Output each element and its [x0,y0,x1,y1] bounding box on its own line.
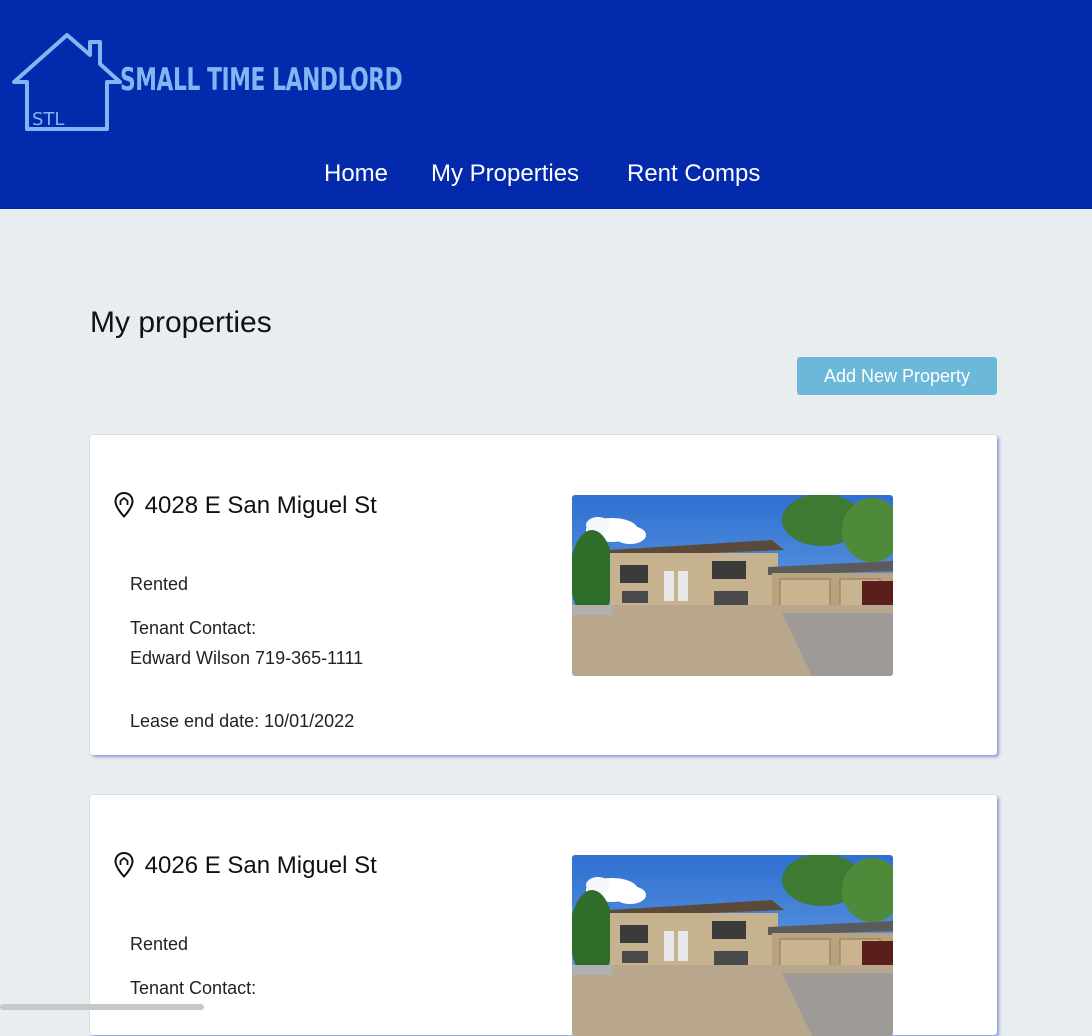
tenant-contact: Edward Wilson 719-365-1111 [130,648,364,668]
site-header: STL SMALL TIME LANDLORD Home My Properti… [0,0,1092,209]
nav-home[interactable]: Home [324,160,388,188]
logo-text: SMALL TIME LANDLORD [120,62,403,98]
property-photo[interactable] [572,495,893,676]
tenant-contact-label: Tenant Contact: [130,978,257,998]
lease-end-date: Lease end date: 10/01/2022 [130,711,355,731]
property-status: Rented [130,934,189,954]
property-card[interactable]: 4026 E San Miguel St Rented Tenant Conta… [90,795,997,1036]
house-icon: STL [12,33,122,131]
main-nav: Home My Properties Rent Comps [0,160,1092,194]
property-photo[interactable] [572,855,893,1036]
property-address-text: 4026 E San Miguel St [144,852,377,879]
logo-badge: STL [32,109,64,130]
property-card[interactable]: 4028 E San Miguel St Rented Tenant Conta… [90,435,997,755]
location-pin-icon [114,851,134,878]
tenant-contact-label: Tenant Contact: [130,618,257,638]
page-title: My properties [90,306,272,339]
property-address-text: 4028 E San Miguel St [144,492,377,519]
property-address[interactable]: 4026 E San Miguel St [114,851,377,880]
nav-rent-comps[interactable]: Rent Comps [627,160,760,188]
horizontal-scrollbar[interactable] [0,1004,204,1010]
location-pin-icon [114,491,134,518]
add-property-button[interactable]: Add New Property [797,357,997,395]
property-address[interactable]: 4028 E San Miguel St [114,491,377,520]
nav-my-properties[interactable]: My Properties [431,160,579,188]
property-status: Rented [130,574,189,594]
